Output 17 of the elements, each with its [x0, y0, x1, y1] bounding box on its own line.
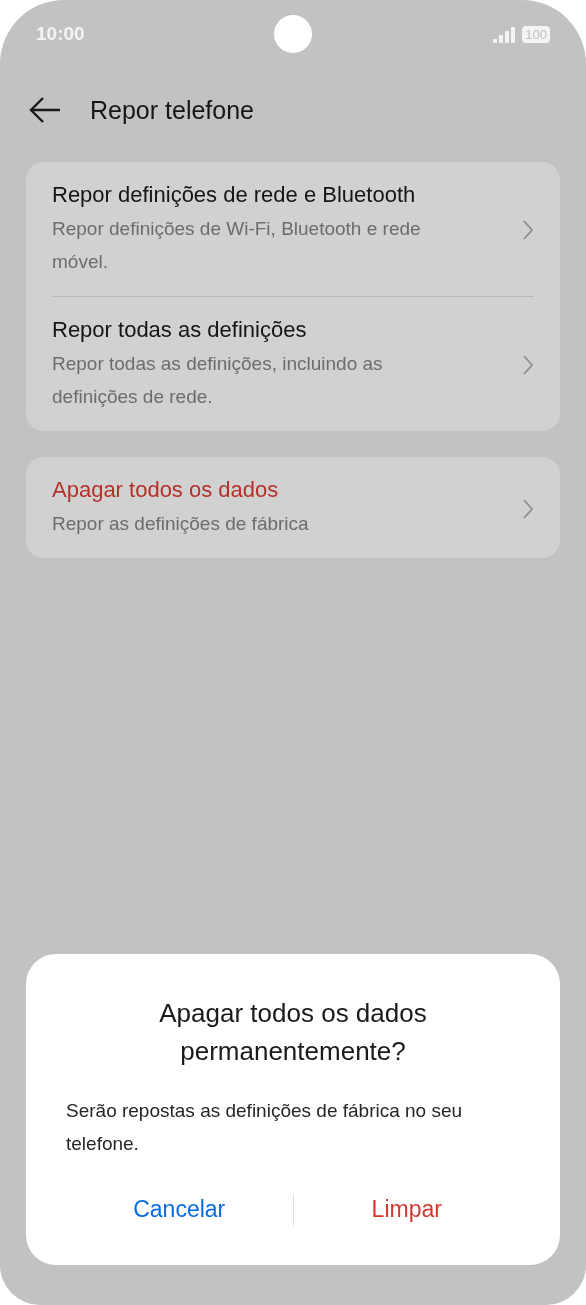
dialog-title: Apagar todos os dados permanentemente? [158, 997, 428, 1068]
camera-cutout [274, 15, 312, 53]
back-arrow-icon[interactable] [28, 96, 62, 124]
item-title[interactable]: Repor todas as definições [52, 317, 512, 343]
chevron-right-icon[interactable] [522, 354, 534, 376]
item-subtitle: Repor as definições de fábrica [52, 512, 310, 536]
item-subtitle: Repor definições de Wi-Fi, Bluetooth e rede móvel. [52, 217, 422, 274]
signal-icon [492, 25, 517, 43]
item-subtitle: Repor todas as definições, incluindo as definições de rede. [52, 352, 384, 409]
dialog-message: Serão repostas as definições de fábrica no seu telefone. [66, 1099, 464, 1156]
clear-button[interactable]: Limpar [293, 1190, 520, 1229]
chevron-right-icon[interactable] [522, 219, 534, 241]
page-title: Repor telefone [90, 95, 254, 125]
item-title[interactable]: Apagar todos os dados [52, 477, 512, 503]
chevron-right-icon[interactable] [522, 497, 534, 520]
cancel-button[interactable]: Cancelar [66, 1190, 293, 1229]
item-title[interactable]: Repor definições de rede e Bluetooth [52, 182, 512, 208]
